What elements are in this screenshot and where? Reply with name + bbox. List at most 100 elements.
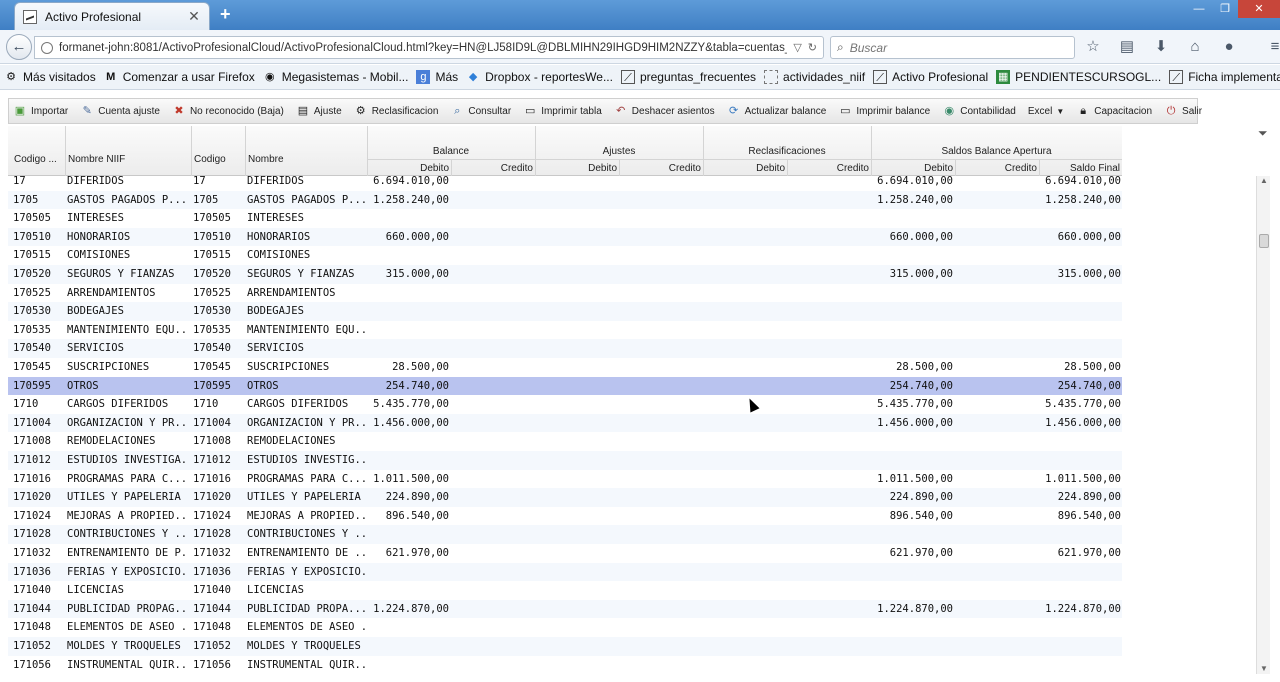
table-row[interactable]: 1705 GASTOS PAGADOS P... 1705 GASTOS PAGADO… (8, 190, 1122, 210)
table-row[interactable]: 171028 CONTRIBUCIONES Y ... 171028 CONTRIBU… (8, 525, 1122, 544)
header-reclas-credito[interactable]: Credito (787, 163, 869, 174)
table-row[interactable]: 170530 BODEGAJES 170530 BODEGAJES (8, 302, 1122, 321)
table-row[interactable]: 171012 ESTUDIOS INVESTIGA... 171012 ESTUDIO… (8, 451, 1122, 470)
bookmark-ficha[interactable]: ⟋Ficha implementacion (1169, 70, 1280, 84)
cell-saldo-final: 6.694.010,00 (1045, 176, 1121, 187)
actualizar-balance-button[interactable]: ⟳ Actualizar balance (727, 104, 826, 118)
ajuste-button[interactable]: ▤ Ajuste (296, 104, 342, 118)
reader-icon[interactable]: ▤ (1116, 38, 1138, 56)
bookmark-mas-visitados[interactable]: ⚙ Más visitados (4, 70, 96, 84)
consultar-button[interactable]: ⌕ Consultar (450, 104, 511, 118)
header-group-balance: Balance (432, 146, 470, 157)
table-row[interactable]: 170595 OTROS 170595 OTROS 254.740,00 254.740,… (8, 376, 1122, 396)
imprimir-tabla-button[interactable]: ▭ Imprimir tabla (523, 104, 602, 118)
scroll-thumb[interactable] (1259, 234, 1269, 248)
search-bar[interactable]: ⌕ (830, 36, 1075, 59)
header-nombre[interactable]: Nombre (248, 154, 284, 165)
table-row[interactable]: 171040 LICENCIAS 171040 LICENCIAS (8, 581, 1122, 600)
header-reclas-debito[interactable]: Debito (703, 163, 785, 174)
header-balance-credito[interactable]: Credito (451, 163, 533, 174)
menu-icon[interactable]: ≡ (1264, 38, 1280, 56)
table-row[interactable]: 17 DIFERIDOS 17 DIFERIDOS 6.694.010,00 6.694.… (8, 176, 1122, 191)
header-saldos-debito[interactable]: Debito (871, 163, 953, 174)
bookmark-pendientes[interactable]: ▦ PENDIENTESCURSOGL... (996, 70, 1161, 84)
no-reconocido-button[interactable]: ✖ No reconocido (Baja) (172, 104, 284, 118)
download-icon[interactable]: ⬇ (1150, 38, 1172, 56)
bookmark-comenzar-firefox[interactable]: M Comenzar a usar Firefox (104, 70, 255, 84)
table-row[interactable]: 170510 HONORARIOS 170510 HONORARIOS 660.000,… (8, 227, 1122, 247)
bookmark-preguntas[interactable]: ⟋ preguntas_frecuentes (620, 70, 756, 84)
table-row[interactable]: 171052 MOLDES Y TROQUELES 171052 MOLDES Y T… (8, 637, 1122, 656)
table-row[interactable]: 171016 PROGRAMAS PARA C... 171016 PROGRAMAS… (8, 470, 1122, 489)
cell-nombre: SUSCRIPCIONES (247, 361, 330, 373)
bookmark-mas[interactable]: g Más (416, 70, 458, 84)
table-row[interactable]: 170520 SEGUROS Y FIANZAS 170520 SEGUROS Y F… (8, 265, 1122, 284)
imprimir-balance-button[interactable]: ▭ Imprimir balance (838, 104, 930, 118)
header-nombre-niif[interactable]: Nombre NIIF (68, 154, 125, 165)
table-row[interactable]: 171024 MEJORAS A PROPIED... 171024 MEJORAS … (8, 507, 1122, 526)
maximize-button[interactable]: ❐ (1212, 0, 1238, 18)
header-saldos-credito[interactable]: Credito (955, 163, 1037, 174)
minimize-button[interactable]: — (1186, 0, 1212, 18)
table-row[interactable]: 171056 INSTRUMENTAL QUIR... 171056 INSTRUME… (8, 656, 1122, 674)
cuenta-ajuste-button[interactable]: ✎ Cuenta ajuste (80, 104, 160, 118)
table-row[interactable]: 170515 COMISIONES 170515 COMISIONES (8, 246, 1122, 265)
table-row[interactable]: 171048 ELEMENTOS DE ASEO ... 171048 ELEMENT… (8, 618, 1122, 637)
salir-button[interactable]: ⏻ Salir (1164, 104, 1202, 118)
home-icon[interactable]: ⌂ (1184, 38, 1206, 56)
table-row[interactable]: 170525 ARRENDAMIENTOS 170525 ARRENDAMIENTOS (8, 284, 1122, 303)
header-ajustes-debito[interactable]: Debito (535, 163, 617, 174)
bookmark-dropbox[interactable]: ◆ Dropbox - reportesWe... (466, 70, 613, 84)
url-bar[interactable]: formanet-john:8081/ActivoProfesionalClou… (34, 36, 824, 59)
import-button[interactable]: ▣ Importar (13, 104, 68, 118)
capacitacion-button[interactable]: 🔒︎ Capacitacion (1076, 104, 1152, 118)
cell-balance-debito: 5.435.770,00 (373, 398, 449, 411)
table-row[interactable]: 1710 CARGOS DIFERIDOS 1710 CARGOS DIFERIDOS… (8, 395, 1122, 414)
header-balance-debito[interactable]: Debito (367, 163, 449, 174)
table-row[interactable]: 171036 FERIAS Y EXPOSICIO... 171036 FERIAS … (8, 562, 1122, 582)
bookmark-megasistemas[interactable]: ◉ Megasistemas - Mobil... (263, 70, 409, 84)
edit-icon: ✎ (82, 105, 92, 117)
table-row[interactable]: 171020 UTILES Y PAPELERIA 171020 UTILES Y P… (8, 488, 1122, 507)
reclasificacion-button[interactable]: ⚙ Reclasificacion (354, 104, 439, 118)
back-button[interactable]: ← (6, 34, 32, 60)
close-tab-icon[interactable]: ✕ (187, 8, 201, 25)
close-window-button[interactable]: ✕ (1238, 0, 1280, 18)
search-input[interactable] (849, 40, 1050, 55)
filter-icon[interactable]: ⏷ (1258, 126, 1268, 141)
table-row[interactable]: 171044 PUBLICIDAD PROPAG... 171044 PUBLICID… (8, 599, 1122, 619)
table-row[interactable]: 171004 ORGANIZACION Y PR... 171004 ORGANIZA… (8, 413, 1122, 433)
cell-nombre-niif: SUSCRIPCIONES (67, 361, 150, 373)
bookmark-activo-profesional[interactable]: ⟋ Activo Profesional (873, 70, 988, 84)
reload-icon[interactable]: ↻ (808, 41, 817, 54)
deshacer-asientos-button[interactable]: ↶ Deshacer asientos (614, 104, 714, 118)
table-row[interactable]: 170545 SUSCRIPCIONES 170545 SUSCRIPCIONES 28… (8, 358, 1122, 377)
table-row[interactable]: 171032 ENTRENAMIENTO DE P... 171032 ENTRENA… (8, 544, 1122, 563)
bookmark-actividades[interactable]: actividades_niif (764, 70, 865, 84)
new-tab-button[interactable]: + (220, 4, 231, 25)
header-divider[interactable] (191, 126, 192, 176)
header-divider[interactable] (245, 126, 246, 176)
table-row[interactable]: 170540 SERVICIOS 170540 SERVICIOS (8, 339, 1122, 358)
table-row[interactable]: 170505 INTERESES 170505 INTERESES (8, 209, 1122, 228)
excel-dropdown[interactable]: Excel ▼ (1028, 106, 1064, 117)
chat-icon[interactable]: ● (1218, 38, 1240, 56)
cell-codigo-niif: 1710 (13, 398, 39, 411)
header-codigo[interactable]: Codigo (194, 154, 226, 165)
scroll-up-icon[interactable]: ▲ (1258, 176, 1270, 186)
globe-icon: ◉ (944, 105, 955, 117)
dropdown-arrow-icon[interactable]: ▽ (793, 41, 801, 54)
browser-tab[interactable]: Activo Profesional ✕ (14, 2, 210, 30)
header-saldo-final[interactable]: Saldo Final (1039, 163, 1120, 174)
star-icon[interactable]: ☆ (1082, 38, 1104, 56)
header-codigo-niif[interactable]: Codigo ... (14, 154, 57, 165)
scroll-down-icon[interactable]: ▼ (1258, 664, 1270, 674)
header-ajustes-credito[interactable]: Credito (619, 163, 701, 174)
contabilidad-button[interactable]: ◉ Contabilidad (942, 104, 1015, 118)
table-row[interactable]: 171008 REMODELACIONES 171008 REMODELACIONES (8, 432, 1122, 451)
vertical-scrollbar[interactable]: ▲ ▼ (1256, 176, 1270, 674)
cell-saldo-final: 621.970,00 (1057, 547, 1121, 559)
window-controls: — ❐ ✕ (1186, 0, 1280, 20)
table-row[interactable]: 170535 MANTENIMIENTO EQU... 170535 MANTENIM… (8, 321, 1122, 340)
header-divider[interactable] (65, 126, 66, 176)
